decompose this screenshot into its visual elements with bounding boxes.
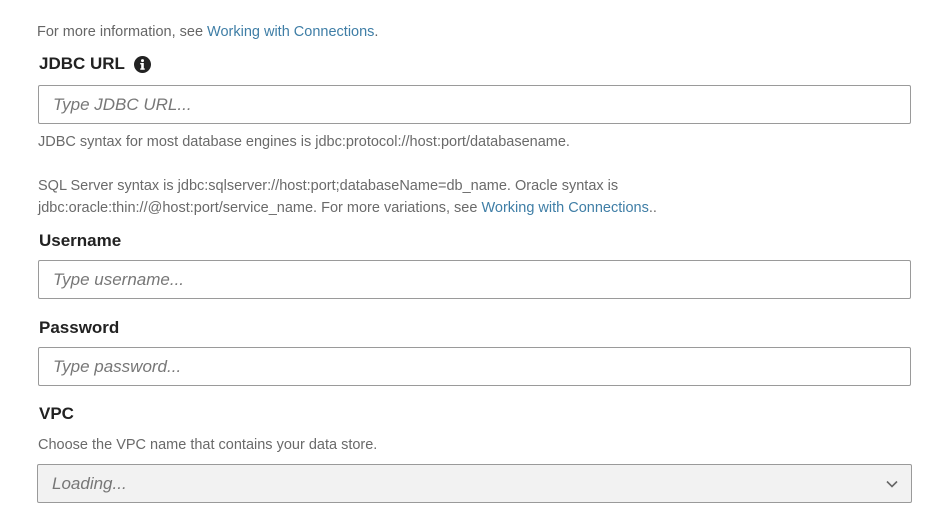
intro-prefix: For more information, see <box>37 24 208 40</box>
connection-form: For more information, see Working with C… <box>0 0 951 514</box>
password-label: Password <box>39 318 119 338</box>
intro-text: For more information, see Working with C… <box>37 24 378 40</box>
jdbc-variations-help: SQL Server syntax is jdbc:sqlserver://ho… <box>38 175 657 219</box>
mouse-cursor-icon <box>68 508 80 514</box>
jdbc-variations-line2: jdbc:oracle:thin://@host:port/service_na… <box>38 197 657 219</box>
username-label-text: Username <box>39 231 122 250</box>
vpc-label-text: VPC <box>39 404 74 423</box>
username-input[interactable] <box>38 260 911 299</box>
info-circle-icon[interactable] <box>133 55 151 73</box>
jdbc-url-label-row: JDBC URL <box>39 54 151 74</box>
working-with-connections-link[interactable]: Working with Connections <box>207 24 374 40</box>
jdbc-variations-line1: SQL Server syntax is jdbc:sqlserver://ho… <box>38 178 619 194</box>
vpc-label: VPC <box>39 404 74 424</box>
vpc-select-value: Loading... <box>52 473 127 493</box>
jdbc-url-label: JDBC URL <box>39 54 125 73</box>
password-label-text: Password <box>39 318 120 337</box>
jdbc-url-input[interactable] <box>38 85 911 124</box>
vpc-help: Choose the VPC name that contains your d… <box>38 437 378 453</box>
password-input[interactable] <box>38 347 911 386</box>
jdbc-variations-suffix: .. <box>648 200 657 216</box>
vpc-select[interactable]: Loading... <box>37 464 912 503</box>
username-label: Username <box>39 231 121 251</box>
jdbc-syntax-help: JDBC syntax for most database engines is… <box>38 134 570 150</box>
working-with-connections-link-2[interactable]: Working with Connections <box>481 200 648 216</box>
chevron-down-icon <box>885 477 899 491</box>
jdbc-variations-prefix: jdbc:oracle:thin://@host:port/service_na… <box>38 200 482 216</box>
intro-suffix: . <box>374 24 379 40</box>
